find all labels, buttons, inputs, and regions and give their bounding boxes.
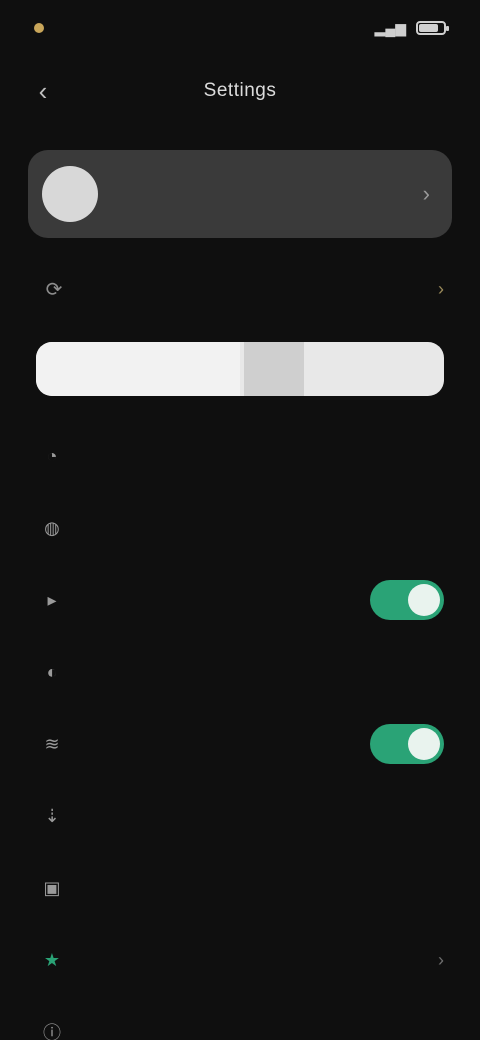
setting-row-language[interactable]: ◍ [0,492,480,564]
setting-toggle[interactable] [370,724,444,764]
account-card[interactable]: › [28,150,452,238]
battery-icon [416,21,449,35]
storage-progress-fill [36,342,240,396]
toggle-knob [408,584,440,616]
sync-icon: ⟳ [45,278,63,301]
arrow-left-icon: ‹ [38,75,48,106]
setting-row-premium[interactable]: ★ › [0,924,480,996]
bell-icon: ◔ [46,445,58,466]
setting-row-auto-play[interactable]: ▸ [0,564,480,636]
setting-row-about[interactable]: ⓘ [0,996,480,1040]
vibrate-icon: ≋ [44,733,60,754]
setting-row-haptics[interactable]: ≋ [0,708,480,780]
sync-row[interactable]: ⟳ › [28,258,452,320]
setting-row-privacy[interactable]: ▣ [0,852,480,924]
download-icon: ⇣ [44,805,60,826]
play-icon: ▸ [47,589,57,610]
setting-row-theme[interactable]: ◐ [0,636,480,708]
star-icon: ★ [43,949,61,970]
toggle-knob [408,728,440,760]
status-right: ▂▄▆ [374,19,449,37]
settings-list: ◔ ◍ ▸ ◐ ≋ ⇣ ▣ ★ › ⓘ [0,420,480,1040]
globe-icon: ◍ [44,517,60,538]
battery-fill [419,24,439,32]
info-icon: ⓘ [43,1023,61,1040]
storage-progress-bar [36,342,444,396]
status-left [34,23,54,33]
lock-icon: ▣ [43,877,61,898]
chevron-right-icon: › [422,181,430,206]
setting-row-notifications[interactable]: ◔ [0,420,480,492]
sync-text [90,286,438,292]
setting-toggle[interactable] [370,580,444,620]
chevron-right-icon: › [438,949,444,970]
notification-dot-icon [34,23,44,33]
storage-progress-segment [244,342,304,396]
page-title: Settings [203,80,277,101]
chevron-right-icon: › [438,278,444,299]
setting-row-downloads[interactable]: ⇣ [0,780,480,852]
back-button[interactable]: ‹ [26,74,60,108]
top-bar: ‹ Settings [0,56,480,126]
signal-icon: ▂▄▆ [374,19,406,36]
moon-icon: ◐ [46,661,58,682]
status-bar: ▂▄▆ [0,0,480,56]
avatar [42,166,98,222]
